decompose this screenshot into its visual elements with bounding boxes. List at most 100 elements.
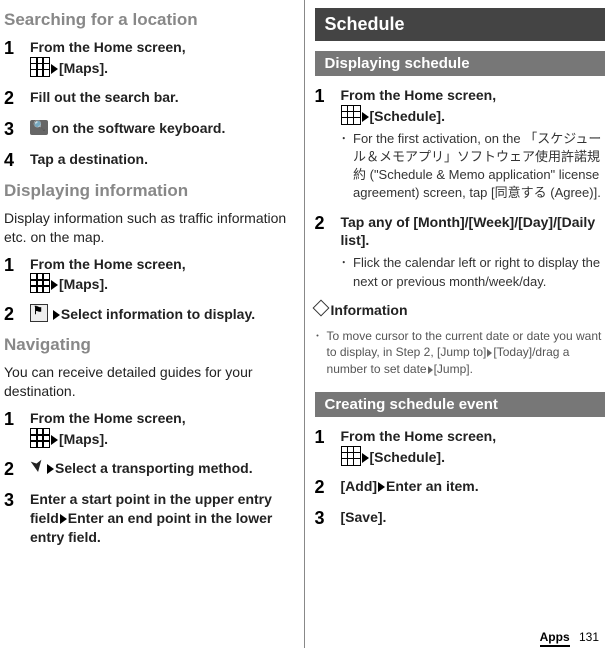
triangle-icon [51,280,58,290]
triangle-icon [60,514,67,524]
triangle-icon [53,310,60,320]
step-item: 3 Enter a start point in the upper entry… [4,490,294,547]
step-item: 1 From the Home screen, [Schedule]. ･ Fo… [315,86,606,203]
step-text: Tap a destination. [30,150,294,171]
step-note: ･ For the first activation, on the 「スケジュ… [341,130,606,203]
text: [Maps]. [59,60,108,76]
step-number: 2 [4,304,30,325]
triangle-icon [362,112,369,122]
bullet-dot-icon: ･ [341,254,348,290]
search-key-icon [30,120,48,135]
step-item: 2 Select a transporting method. [4,459,294,480]
page-footer: Apps 131 [540,630,599,644]
step-text: Tap any of [Month]/[Week]/[Day]/[Daily l… [341,213,606,291]
step-item: 2 Fill out the search bar. [4,88,294,109]
step-number: 2 [4,88,30,109]
navigation-arrow-icon [30,459,46,475]
step-text: [Add] Enter an item. [341,477,606,498]
text: Information [331,302,408,318]
subheading-display-schedule: Displaying schedule [315,51,606,76]
text: [Jump]. [434,362,473,376]
bullet-dot-icon: ･ [341,130,348,203]
diamond-icon [312,299,329,316]
text: Flick the calendar left or right to disp… [353,254,605,290]
text: on the software keyboard. [48,120,225,136]
map-info-icon [30,304,48,322]
footer-section-label: Apps [540,630,570,647]
text: Enter an item. [386,478,479,494]
step-number: 2 [315,213,341,291]
text: From the Home screen, [341,87,497,103]
step-item: 4 Tap a destination. [4,150,294,171]
text: [Add] [341,478,378,494]
text: Tap any of [Month]/[Week]/[Day]/[Daily l… [341,214,596,249]
apps-grid-icon [341,105,361,125]
step-item: 1 From the Home screen, [Maps]. [4,255,294,295]
step-number: 4 [4,150,30,171]
step-number: 3 [315,508,341,529]
step-number: 2 [4,459,30,480]
step-note: ･ Flick the calendar left or right to di… [341,254,606,290]
step-text: From the Home screen, [Schedule]. ･ For … [341,86,606,203]
step-text: From the Home screen, [Maps]. [30,255,294,295]
step-text: Select a transporting method. [30,459,294,480]
step-text: From the Home screen, [Maps]. [30,409,294,449]
text: To move cursor to the current date or da… [327,328,605,378]
step-item: 2 Tap any of [Month]/[Week]/[Day]/[Daily… [315,213,606,291]
text: [Maps]. [59,431,108,447]
step-item: 2 [Add] Enter an item. [315,477,606,498]
step-number: 1 [4,38,30,78]
step-number: 1 [4,409,30,449]
section-heading-searching: Searching for a location [4,10,294,30]
triangle-icon [428,366,433,374]
apps-grid-icon [30,428,50,448]
text: From the Home screen, [30,256,186,272]
text: Select a transporting method. [55,460,253,476]
paragraph: You can receive detailed guides for your… [4,363,294,401]
text: Select information to display. [61,306,255,322]
step-item: 1 From the Home screen, [Maps]. [4,38,294,78]
step-item: 1 From the Home screen, [Schedule]. [315,427,606,467]
subheading-create-schedule: Creating schedule event [315,392,606,417]
step-number: 3 [4,119,30,140]
triangle-icon [378,482,385,492]
text: From the Home screen, [30,410,186,426]
apps-grid-icon [30,273,50,293]
step-item: 3 [Save]. [315,508,606,529]
text: [Schedule]. [370,449,445,465]
triangle-icon [362,453,369,463]
step-number: 3 [4,490,30,547]
triangle-icon [487,349,492,357]
step-number: 1 [315,427,341,467]
step-text: Select information to display. [30,304,294,325]
text: [Schedule]. [370,108,445,124]
step-text: From the Home screen, [Maps]. [30,38,294,78]
step-number: 1 [315,86,341,203]
step-number: 2 [315,477,341,498]
section-heading-navigating: Navigating [4,335,294,355]
triangle-icon [51,435,58,445]
text: For the first activation, on the 「スケジュール… [353,130,605,203]
page-number: 131 [579,630,599,644]
step-text: Fill out the search bar. [30,88,294,109]
step-item: 1 From the Home screen, [Maps]. [4,409,294,449]
step-number: 1 [4,255,30,295]
paragraph: Display information such as traffic info… [4,209,294,247]
section-heading-displaying: Displaying information [4,181,294,201]
step-text: Enter a start point in the upper entry f… [30,490,294,547]
triangle-icon [51,64,58,74]
step-text: on the software keyboard. [30,119,294,140]
step-text: [Save]. [341,508,606,529]
heading-schedule: Schedule [315,8,606,41]
triangle-icon [47,464,54,474]
text: [Maps]. [59,276,108,292]
text: From the Home screen, [341,428,497,444]
text: From the Home screen, [30,39,186,55]
step-text: From the Home screen, [Schedule]. [341,427,606,467]
apps-grid-icon [30,57,50,77]
step-item: 3 on the software keyboard. [4,119,294,140]
bullet-dot-icon: ･ [315,328,321,378]
information-heading: Information [315,301,606,320]
apps-grid-icon [341,446,361,466]
information-bullet: ･ To move cursor to the current date or … [315,328,606,378]
